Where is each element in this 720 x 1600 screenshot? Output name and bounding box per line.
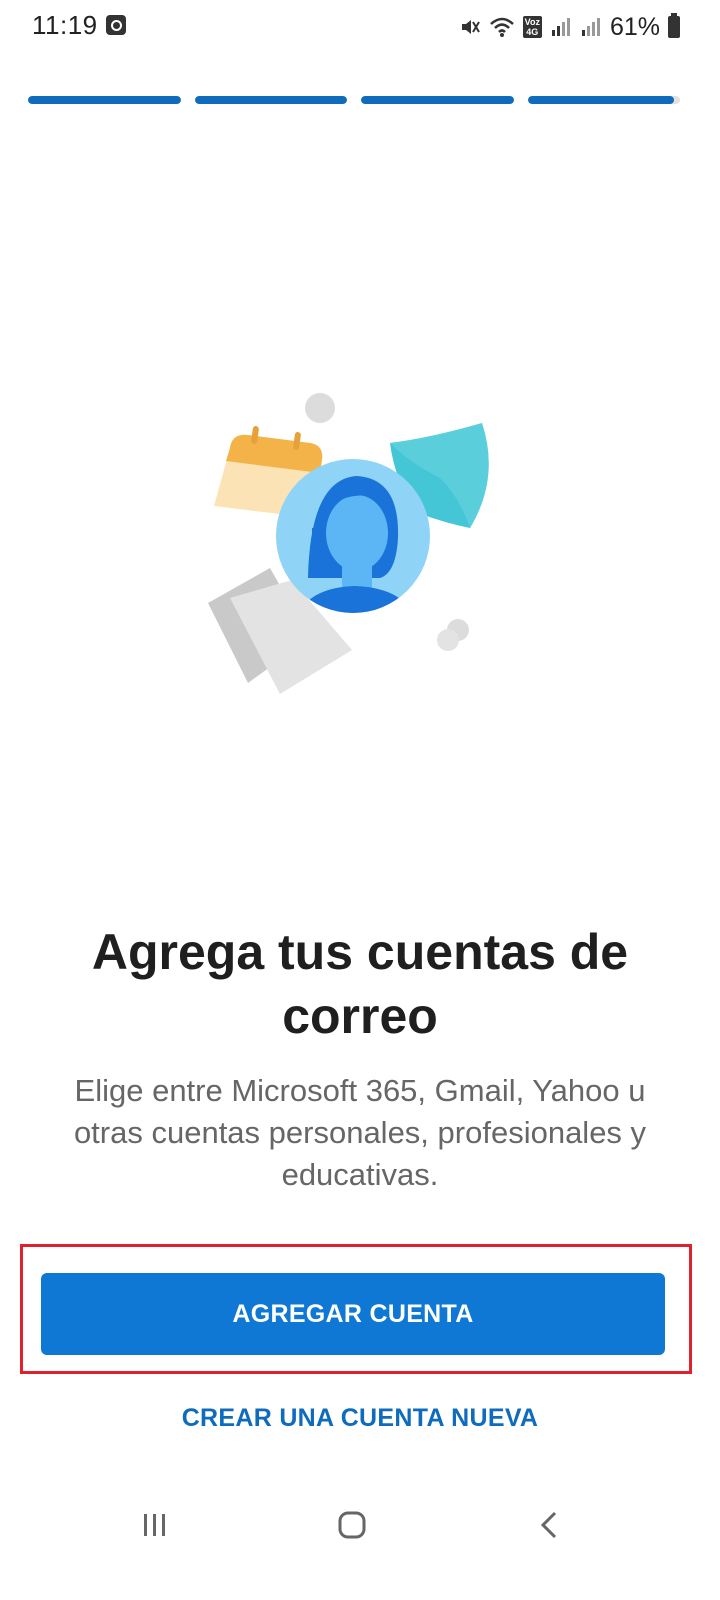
progress-fill [527,96,674,104]
network-badge-bottom: 4G [526,27,539,37]
progress-fill [28,96,181,104]
add-account-button[interactable]: AGREGAR CUENTA [41,1273,665,1355]
create-account-link[interactable]: CREAR UNA CUENTA NUEVA [60,1404,660,1433]
progress-fill [361,96,514,104]
page-description: Elige entre Microsoft 365, Gmail, Yahoo … [73,1073,647,1192]
battery-percentage: 61% [609,12,660,41]
network-badge-top: Voz [524,17,540,27]
back-icon [540,1511,557,1539]
status-indicators: Voz 4G 61% [459,10,680,44]
status-time: 11:19 [32,10,98,40]
home-button[interactable] [322,1500,382,1550]
signal-icon [551,18,570,36]
progress-segment [527,96,680,104]
wifi-icon [489,17,514,37]
onboarding-progress [28,96,680,104]
battery-icon [668,13,680,38]
page-title: Agrega tus cuentas de correo [91,924,629,1044]
progress-segment [194,96,347,104]
progress-segment [361,96,514,104]
mute-icon [461,20,480,34]
progress-fill [194,96,347,104]
network-type-badge: Voz 4G [522,16,542,38]
progress-segment [28,96,181,104]
system-navigation-bar [0,1480,720,1580]
app-notification-icon [106,15,126,35]
status-bar: 11:19 Voz 4G 61% [0,0,720,56]
recents-button[interactable] [125,1500,185,1550]
home-icon [338,1511,366,1539]
signal-icon-secondary [581,18,600,36]
recents-icon [144,1514,165,1536]
back-button[interactable] [520,1500,580,1550]
accounts-illustration [208,393,489,694]
